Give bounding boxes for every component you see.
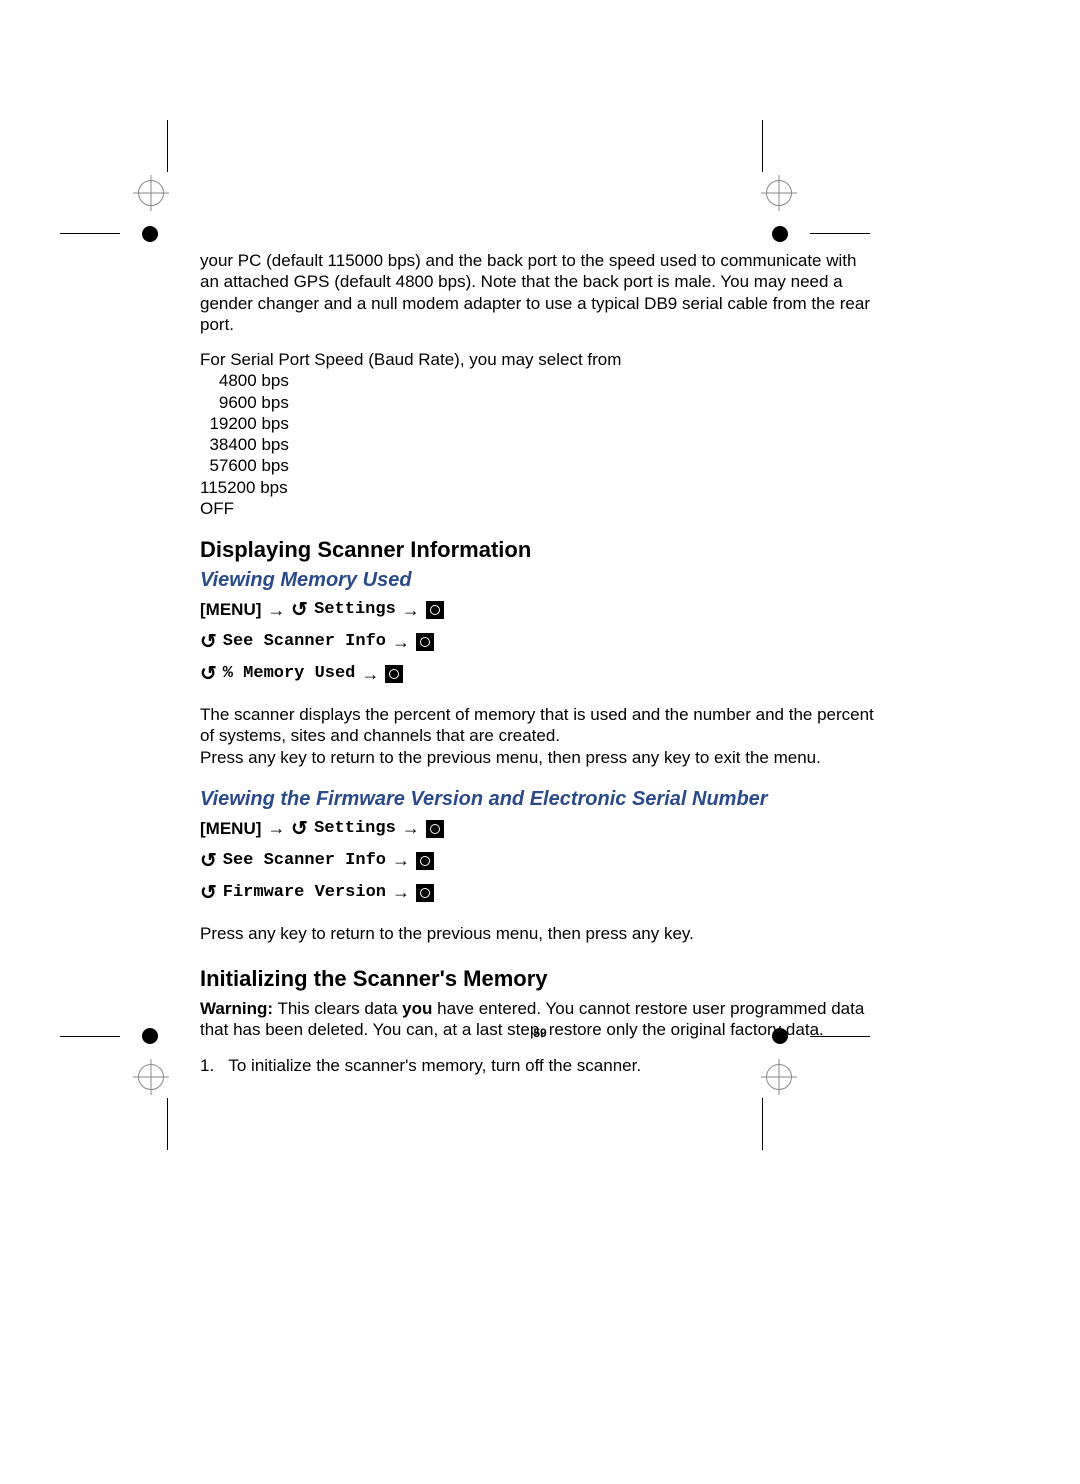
firmware-version-label: Firmware Version [223,879,386,906]
nav-sequence-memory-1: [MENU] → ↻ Settings → [200,594,880,626]
dial-icon: ↻ [291,813,308,845]
subhead-viewing-memory-used: Viewing Memory Used [200,569,880,592]
dial-icon: ↻ [200,877,217,909]
nav-sequence-firmware-2: ↻ See Scanner Info → [200,845,880,877]
see-scanner-info-label: See Scanner Info [223,628,386,655]
crop-mark-top-right [750,180,810,240]
baud-rate: 38400 bps [200,434,880,455]
nav-sequence-memory-2: ↻ See Scanner Info → [200,626,880,658]
nav-sequence-memory-3: ↻ % Memory Used → [200,658,880,690]
enter-icon [426,601,444,619]
enter-icon [385,665,403,683]
warning-you: you [402,999,432,1018]
arrow-icon: → [392,878,410,907]
enter-icon [416,633,434,651]
enter-icon [416,852,434,870]
percent-memory-used-label: % Memory Used [223,660,356,687]
heading-initializing-memory: Initializing the Scanner's Memory [200,966,880,992]
dial-icon: ↻ [200,626,217,658]
baud-rate: 4800 bps [200,370,880,391]
arrow-icon: → [402,596,420,625]
baud-rate: 9600 bps [200,392,880,413]
enter-icon [416,884,434,902]
dial-icon: ↻ [200,658,217,690]
arrow-icon: → [267,814,285,843]
see-scanner-info-label: See Scanner Info [223,847,386,874]
crop-mark-top-left [120,180,180,240]
warning-label: Warning: [200,999,273,1018]
baud-rate: 115200 bps [200,477,880,498]
arrow-icon: → [392,628,410,657]
heading-displaying-scanner-info: Displaying Scanner Information [200,537,880,563]
enter-icon [426,820,444,838]
dial-icon: ↻ [200,845,217,877]
step-1: 1. To initialize the scanner's memory, t… [200,1055,880,1077]
firmware-paragraph: Press any key to return to the previous … [200,923,880,944]
baud-rate: 57600 bps [200,455,880,476]
intro-paragraph: your PC (default 115000 bps) and the bac… [200,250,880,335]
dial-icon: ↻ [291,594,308,626]
page-content: your PC (default 115000 bps) and the bac… [200,250,880,1077]
memory-para-1: The scanner displays the percent of memo… [200,705,874,745]
menu-label: [MENU] [200,596,261,623]
settings-label: Settings [314,596,396,623]
baud-rate-block: For Serial Port Speed (Baud Rate), you m… [200,349,880,519]
page-number: 59 [0,1026,1080,1040]
arrow-icon: → [267,596,285,625]
baud-intro: For Serial Port Speed (Baud Rate), you m… [200,349,880,370]
baud-rate: 19200 bps [200,413,880,434]
memory-para-2: Press any key to return to the previous … [200,748,821,767]
menu-label: [MENU] [200,815,261,842]
step-1-number: 1. [200,1056,214,1075]
warning-text-1: This clears data [273,999,402,1018]
baud-off: OFF [200,498,880,519]
settings-label: Settings [314,815,396,842]
subhead-viewing-firmware: Viewing the Firmware Version and Electro… [200,788,880,811]
nav-sequence-firmware-3: ↻ Firmware Version → [200,877,880,909]
arrow-icon: → [402,814,420,843]
arrow-icon: → [392,846,410,875]
memory-paragraph: The scanner displays the percent of memo… [200,704,880,768]
step-1-text: To initialize the scanner's memory, turn… [228,1056,641,1075]
nav-sequence-firmware-1: [MENU] → ↻ Settings → [200,813,880,845]
arrow-icon: → [361,660,379,689]
